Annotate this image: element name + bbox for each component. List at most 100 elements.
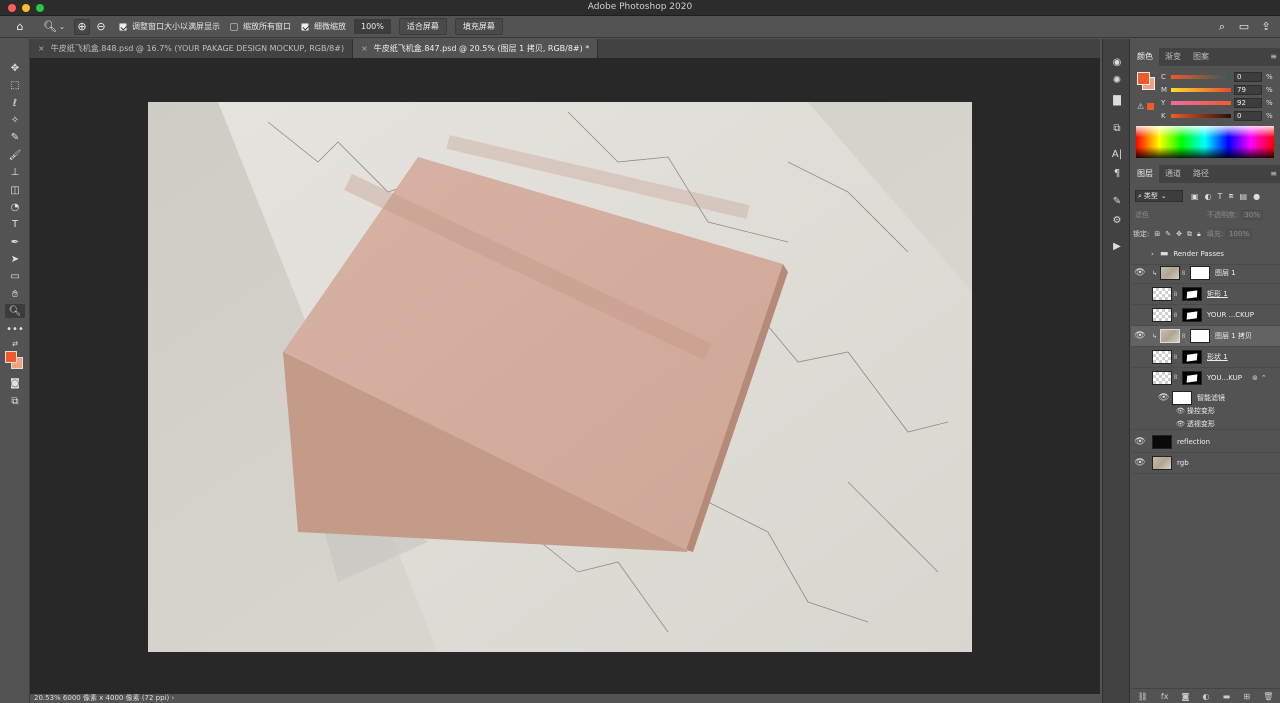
panel-menu-icon[interactable]: ≡: [1270, 169, 1277, 178]
more-tools-icon[interactable]: •••: [5, 322, 25, 336]
chevron-up-icon[interactable]: ⌃: [1261, 374, 1267, 382]
adjustment-layer-icon[interactable]: ◐: [1203, 692, 1210, 701]
layer-group-render-passes[interactable]: › ▬ Render Passes: [1131, 244, 1280, 265]
black-value[interactable]: 0: [1234, 111, 1262, 121]
cyan-value[interactable]: 0: [1234, 72, 1262, 82]
websafe-chip[interactable]: [1147, 103, 1154, 110]
document-canvas[interactable]: [148, 102, 972, 652]
zoom-tool-preset-icon[interactable]: 🔍︎: [42, 19, 58, 35]
pixel-filter-icon[interactable]: ▣: [1191, 192, 1199, 201]
filter-kind-select[interactable]: ⌕ 类型 ⌄: [1135, 190, 1183, 202]
magenta-slider-row[interactable]: M 79 %: [1161, 84, 1279, 96]
chevron-right-icon[interactable]: ›: [1151, 250, 1154, 258]
path-selection-tool-icon[interactable]: ➤: [5, 252, 25, 266]
eye-icon[interactable]: 👁︎: [1158, 393, 1169, 403]
search-icon[interactable]: ⌕: [1214, 19, 1230, 35]
tab-color[interactable]: 颜色: [1131, 48, 1159, 66]
panel-menu-icon[interactable]: ≡: [1270, 52, 1277, 61]
workspace-icon[interactable]: ▭: [1236, 19, 1252, 35]
zoom-out-icon[interactable]: ⊖: [93, 19, 109, 35]
eye-icon[interactable]: 👁︎: [1131, 437, 1149, 447]
resize-windows-checkbox[interactable]: [119, 22, 127, 31]
yellow-slider-row[interactable]: Y 92 %: [1161, 97, 1279, 109]
magic-wand-tool-icon[interactable]: ✧: [5, 113, 25, 127]
lock-artboard-icon[interactable]: ⧉: [1187, 230, 1192, 239]
lasso-tool-icon[interactable]: ℓ: [5, 96, 25, 110]
lock-position-icon[interactable]: ✥: [1176, 230, 1182, 238]
adjustment-filter-icon[interactable]: ◐: [1205, 192, 1212, 201]
magenta-slider[interactable]: [1171, 88, 1231, 92]
stamp-tool-icon[interactable]: ⊥: [5, 165, 25, 179]
eyedropper-tool-icon[interactable]: ✎: [5, 130, 25, 144]
blend-mode-select[interactable]: 滤色: [1135, 210, 1205, 220]
brushes-icon[interactable]: ✎: [1109, 194, 1125, 208]
new-group-icon[interactable]: ▬: [1223, 692, 1231, 701]
learn-icon[interactable]: ◉: [1109, 55, 1125, 69]
share-icon[interactable]: ⇪: [1258, 19, 1274, 35]
lock-transparency-icon[interactable]: ⊞: [1154, 230, 1160, 238]
layer-row[interactable]: 👁︎ reflection: [1131, 432, 1280, 453]
close-icon[interactable]: ×: [361, 44, 368, 53]
fill-screen-button[interactable]: 填充屏幕: [454, 18, 503, 35]
adjustments-icon[interactable]: ✺: [1109, 73, 1125, 87]
properties-icon[interactable]: ⚙: [1109, 213, 1125, 227]
eye-icon[interactable]: 👁︎: [1176, 407, 1185, 415]
fit-screen-button[interactable]: 适合屏幕: [398, 18, 447, 35]
scrubby-zoom-option[interactable]: 细微缩放: [301, 21, 346, 32]
lock-all-icon[interactable]: 🔒︎: [1197, 230, 1201, 239]
tab-paths[interactable]: 路径: [1187, 165, 1215, 183]
layer-row[interactable]: 8 形状 1: [1131, 347, 1280, 368]
tab-document-847[interactable]: × 牛皮纸飞机盒.847.psd @ 20.5% (图层 1 拷贝, RGB/8…: [353, 39, 599, 58]
layer-style-icon[interactable]: fx: [1161, 692, 1169, 701]
layer-row-selected[interactable]: 👁︎ ↳ 8 图层 1 拷贝: [1131, 326, 1280, 347]
cyan-slider[interactable]: [1171, 75, 1231, 79]
pen-tool-icon[interactable]: ✒︎: [5, 235, 25, 249]
chevron-down-icon[interactable]: ⌄: [58, 19, 66, 35]
layer-row[interactable]: 👁︎ ↳ 8 图层 1: [1131, 263, 1280, 284]
fg-color-chip[interactable]: [1137, 72, 1150, 85]
home-icon[interactable]: ⌂: [12, 19, 28, 35]
tab-document-848[interactable]: × 牛皮纸飞机盒.848.psd @ 16.7% (YOUR PAKAGE DE…: [30, 39, 354, 58]
tab-pattern[interactable]: 图案: [1187, 48, 1215, 66]
character-icon[interactable]: A|: [1109, 147, 1125, 161]
new-layer-icon[interactable]: ⊞: [1243, 692, 1250, 701]
eye-icon[interactable]: 👁︎: [1131, 268, 1149, 278]
fill-field[interactable]: 100%: [1226, 229, 1253, 239]
filter-toggle-icon[interactable]: ●: [1253, 192, 1260, 201]
layer-row[interactable]: 8 YOUR ...CKUP: [1131, 305, 1280, 326]
histogram-icon[interactable]: ▇: [1109, 93, 1125, 107]
black-slider[interactable]: [1171, 114, 1231, 118]
libraries-icon[interactable]: ⧉: [1109, 121, 1125, 135]
brush-tool-icon[interactable]: 🖌︎: [5, 148, 25, 162]
layer-row[interactable]: 8 矩形 1: [1131, 284, 1280, 305]
type-tool-icon[interactable]: T: [5, 217, 25, 231]
cyan-slider-row[interactable]: C 0 %: [1161, 71, 1279, 83]
eye-icon[interactable]: 👁︎: [1131, 458, 1149, 468]
tab-channels[interactable]: 通道: [1159, 165, 1187, 183]
zoom-all-checkbox[interactable]: [230, 22, 238, 31]
close-icon[interactable]: ×: [38, 44, 45, 53]
resize-windows-option[interactable]: 调整窗口大小以满屏显示: [119, 21, 220, 32]
eye-icon[interactable]: 👁︎: [1176, 420, 1185, 428]
yellow-value[interactable]: 92: [1234, 98, 1262, 108]
foreground-color-swatch[interactable]: [5, 351, 17, 363]
magenta-value[interactable]: 79: [1234, 85, 1262, 95]
layer-row[interactable]: 👁︎ rgb: [1131, 453, 1280, 474]
type-filter-icon[interactable]: T: [1218, 192, 1223, 201]
tab-gradient[interactable]: 渐变: [1159, 48, 1187, 66]
actions-icon[interactable]: ▶: [1109, 239, 1125, 253]
add-mask-icon[interactable]: ◙: [1182, 692, 1190, 701]
swap-colors-icon[interactable]: ⇄: [5, 337, 25, 351]
move-tool-icon[interactable]: ✥: [5, 61, 25, 75]
rectangle-tool-icon[interactable]: ▭: [5, 269, 25, 283]
eraser-tool-icon[interactable]: ◫: [5, 183, 25, 197]
zoom-value-field[interactable]: 100%: [354, 19, 391, 34]
screen-mode-icon[interactable]: ⧉: [5, 394, 25, 408]
yellow-slider[interactable]: [1171, 101, 1231, 105]
link-layers-icon[interactable]: ⛓: [1138, 692, 1148, 701]
marquee-tool-icon[interactable]: ⬚: [5, 78, 25, 92]
paragraph-icon[interactable]: ¶: [1109, 166, 1125, 180]
shape-filter-icon[interactable]: ⧈: [1228, 191, 1233, 201]
color-spectrum[interactable]: [1136, 126, 1274, 158]
zoom-in-icon[interactable]: ⊕: [74, 18, 90, 35]
